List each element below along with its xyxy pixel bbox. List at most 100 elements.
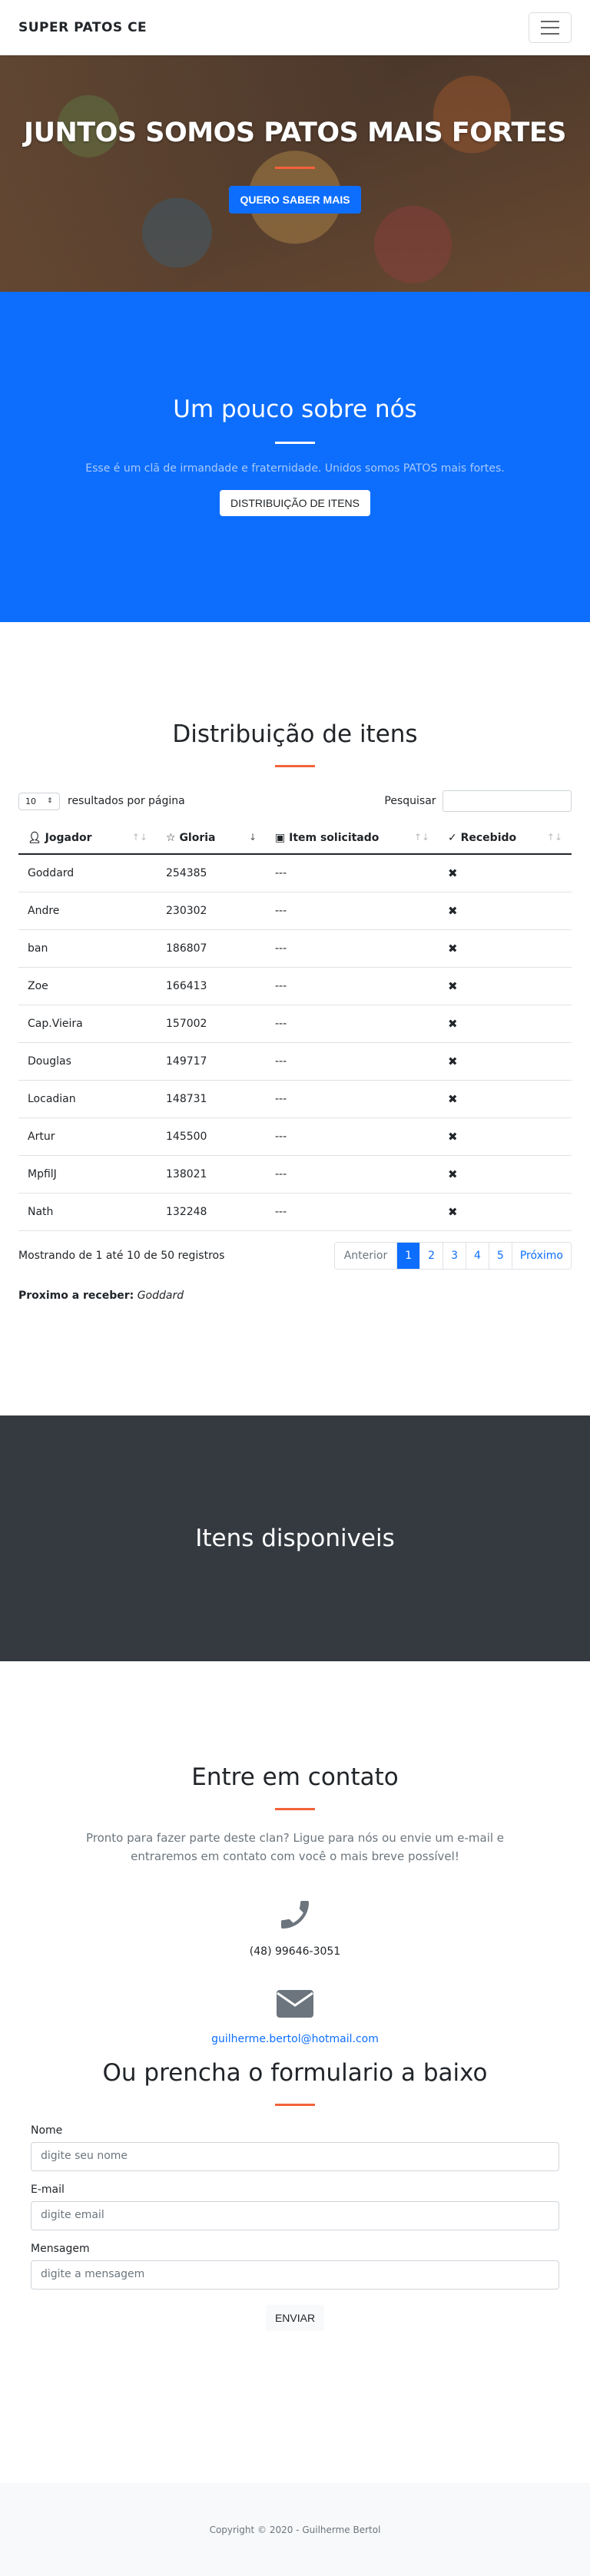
select-arrows-icon: ⇕ [47,797,53,805]
cell-gloria: 186807 [157,929,266,968]
cell-received: ✖ [439,1117,572,1156]
email-input[interactable]: digite email [31,2201,559,2230]
email-link[interactable]: guilherme.bertol@hotmail.com [18,2033,572,2045]
learn-more-button[interactable]: QUERO SABER MAIS [229,185,361,214]
table-row: Locadian 148731 --- ✖ [18,1080,572,1118]
pagination-page[interactable]: 4 [465,1242,489,1269]
distribution-table: 👤︎ Jogador ↑↓ ☆ Gloria ↓ ▣ Item solicitado… [18,823,572,1231]
star-icon: ☆ [166,832,176,844]
table-row: Zoe 166413 --- ✖ [18,967,572,1005]
cell-received: ✖ [439,1193,572,1231]
cell-received: ✖ [439,1005,572,1043]
table-controls: 10 ⇕ resultados por página Pesquisar [18,790,572,812]
distribution-title: Distribuição de itens [172,720,418,748]
search-label: Pesquisar [384,795,436,807]
pagination-previous[interactable]: Anterior [335,1243,397,1269]
hamburger-icon [541,33,559,35]
divider [275,166,315,169]
sort-icon: ↑↓ [413,832,429,843]
cell-received: ✖ [439,854,572,892]
cell-gloria: 166413 [157,967,266,1005]
table-row: Cap.Vieira 157002 --- ✖ [18,1005,572,1043]
cell-player: MpfilJ [18,1155,157,1194]
pagination-page[interactable]: 1 [396,1242,420,1269]
contact-section: Entre em contato Pronto para fazer parte… [0,1661,590,2483]
table-row: Andre 230302 --- ✖ [18,892,572,930]
pagination-page[interactable]: 5 [488,1242,512,1269]
cell-gloria: 138021 [157,1155,266,1194]
cell-item: --- [266,854,439,892]
sort-icon: ↑↓ [131,832,148,843]
cell-item: --- [266,1005,439,1043]
column-header-item[interactable]: ▣ Item solicitado ↑↓ [266,823,439,855]
phone-icon [18,1896,572,1936]
name-label: Nome [31,2124,63,2137]
table-row: Artur 145500 --- ✖ [18,1117,572,1156]
hero-section: JUNTOS SOMOS PATOS MAIS FORTES QUERO SAB… [0,55,590,292]
column-header-gloria[interactable]: ☆ Gloria ↓ [157,823,266,855]
column-header-player[interactable]: 👤︎ Jogador ↑↓ [18,823,157,855]
message-label: Mensagem [31,2243,90,2255]
menu-toggle-button[interactable] [529,12,572,43]
cell-player: Artur [18,1117,157,1156]
message-input[interactable]: digite a mensagem [31,2260,559,2290]
contact-lead: Pronto para fazer parte deste clan? Ligu… [85,1831,505,1863]
cell-player: Locadian [18,1080,157,1118]
cell-player: Zoe [18,967,157,1005]
table-row: Nath 132248 --- ✖ [18,1193,572,1231]
column-label: Recebido [460,832,517,844]
cell-received: ✖ [439,1042,572,1081]
about-title: Um pouco sobre nós [173,395,417,423]
send-button[interactable]: ENVIAR [265,2305,325,2331]
distribution-button[interactable]: DISTRIBUIÇÃO DE ITENS [219,489,371,516]
pagination-page[interactable]: 2 [419,1242,442,1269]
table-body: Goddard 254385 --- ✖ Andre 230302 --- ✖ ban 18680… [18,854,572,1231]
cell-item: --- [266,892,439,930]
form-title: Ou prencha o formulario a baixo [102,2059,488,2087]
table-footer: Mostrando de 1 até 10 de 50 registros An… [18,1241,572,1270]
cell-gloria: 145500 [157,1117,266,1156]
about-section: Um pouco sobre nós Esse é um clã de irma… [0,292,590,622]
contact-title: Entre em contato [191,1763,399,1791]
pagination: Anterior 1 2 3 4 5 Próximo [333,1241,572,1270]
cell-gloria: 254385 [157,854,266,892]
table-row: Douglas 149717 --- ✖ [18,1042,572,1081]
divider [275,2104,315,2106]
sort-desc-icon: ↓ [248,832,257,843]
column-label: Jogador [45,832,92,844]
cell-received: ✖ [439,1080,572,1118]
cell-gloria: 132248 [157,1193,266,1231]
table-info: Mostrando de 1 até 10 de 50 registros [18,1249,225,1262]
pagination-next[interactable]: Próximo [511,1242,571,1269]
column-label: Gloria [179,832,216,844]
distribution-section: Distribuição de itens 10 ⇕ resultados por… [0,622,590,1415]
cell-player: Andre [18,892,157,930]
cell-received: ✖ [439,929,572,968]
cell-item: --- [266,1042,439,1081]
column-label: Item solicitado [289,832,380,844]
table-row: Goddard 254385 --- ✖ [18,854,572,892]
cell-player: Goddard [18,854,157,892]
cell-gloria: 157002 [157,1005,266,1043]
about-text: Esse é um clã de irmandade e fraternidad… [85,462,505,475]
cell-player: Douglas [18,1042,157,1081]
phone-number: (48) 99646-3051 [249,1945,341,1958]
cell-received: ✖ [439,967,572,1005]
page-size-value: 10 [25,796,36,806]
next-value: Goddard [137,1289,184,1302]
cell-received: ✖ [439,1155,572,1194]
cell-player: ban [18,929,157,968]
name-input[interactable]: digite seu nome [31,2142,559,2171]
footer: Copyright © 2020 - Guilherme Bertol [0,2483,590,2576]
cell-gloria: 230302 [157,892,266,930]
page-size-select[interactable]: 10 ⇕ [18,792,60,810]
hamburger-icon [541,27,559,28]
pagination-page[interactable]: 3 [442,1242,466,1269]
divider [275,765,315,767]
column-header-received[interactable]: ✓ Recebido ↑↓ [439,823,572,855]
search-input[interactable] [442,790,572,812]
cell-received: ✖ [439,892,572,930]
brand[interactable]: SUPER PATOS CE [18,20,147,35]
user-icon: 👤︎ [28,832,41,844]
divider [275,1808,315,1810]
